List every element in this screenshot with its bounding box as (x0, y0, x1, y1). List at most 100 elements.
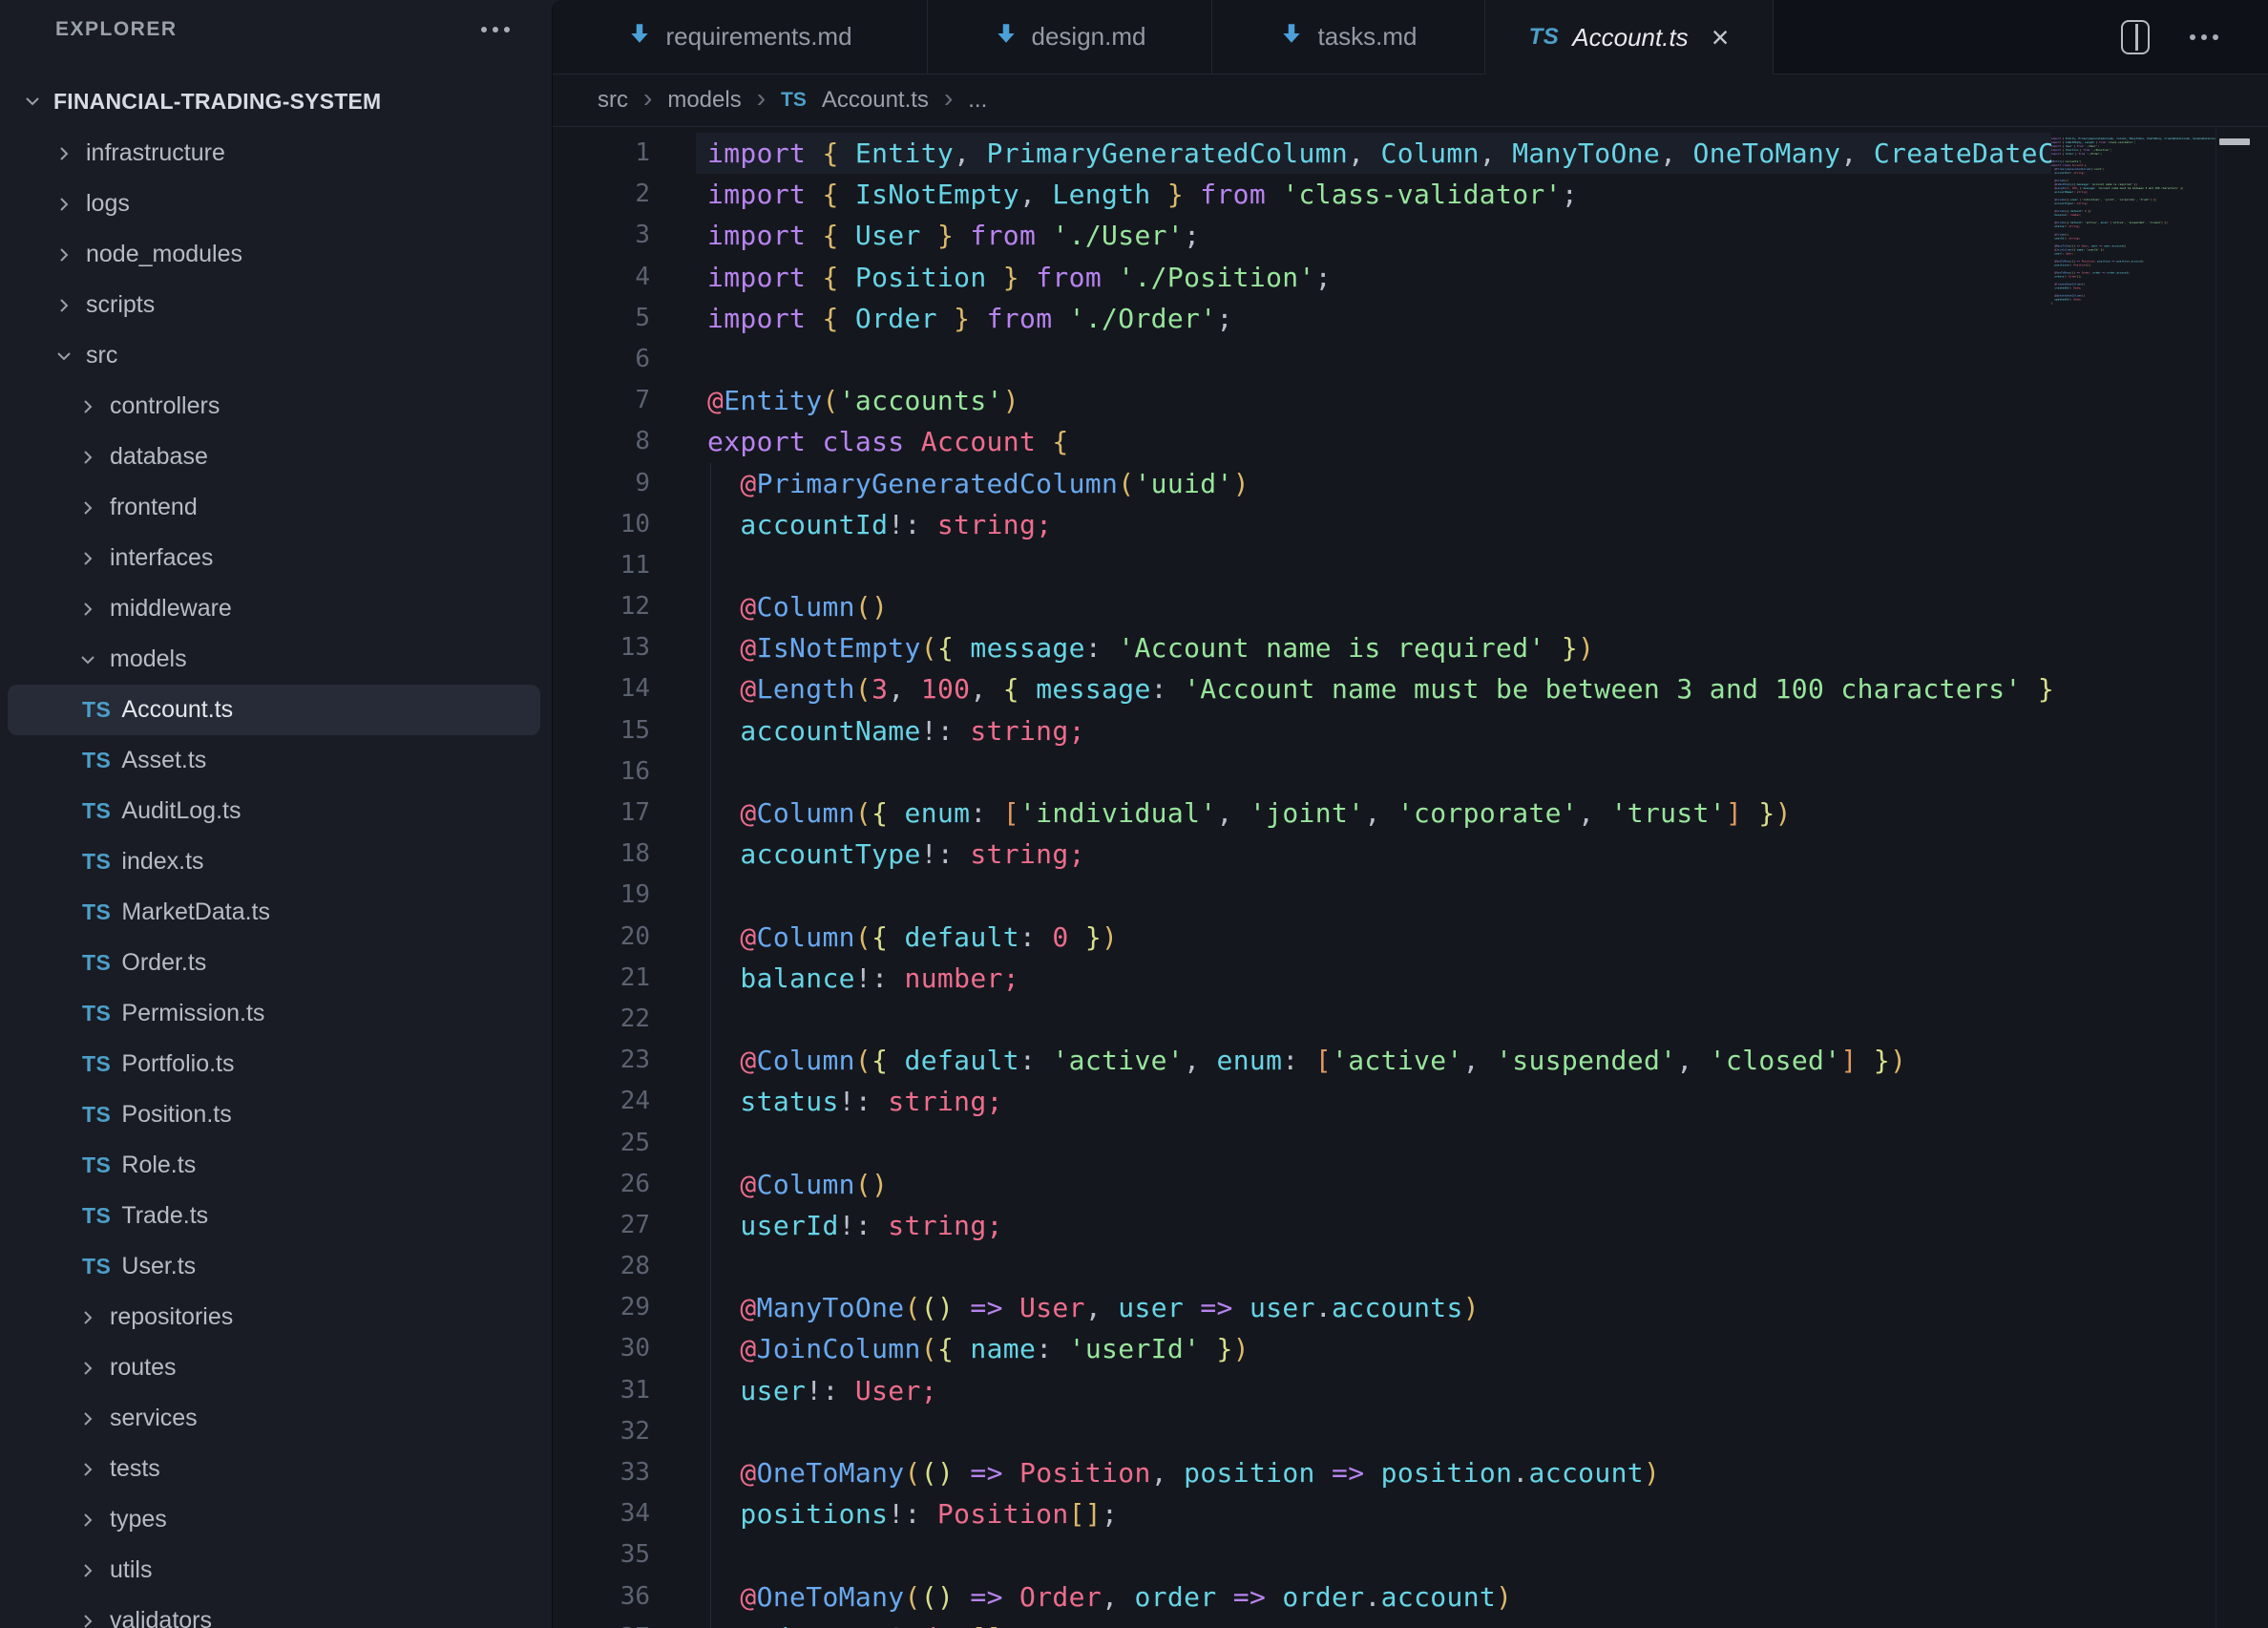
line-number: 6 (553, 339, 650, 380)
sidebar-item-label: utils (110, 1556, 152, 1584)
code-line (707, 1411, 2051, 1452)
code-line: @Entity('accounts') (707, 380, 2051, 421)
breadcrumb-separator-icon: › (944, 85, 953, 116)
sidebar-item-trade-ts[interactable]: TSTrade.ts (8, 1191, 540, 1241)
minimap[interactable]: import { Entity, PrimaryGeneratedColumn,… (2051, 137, 2216, 547)
sidebar-item-marketdata-ts[interactable]: TSMarketData.ts (8, 887, 540, 938)
sidebar-item-account-ts[interactable]: TSAccount.ts (8, 685, 540, 735)
sidebar-item-middleware[interactable]: middleware (8, 583, 540, 634)
breadcrumb-item-models[interactable]: models (667, 87, 741, 114)
code-line: accountId!: string; (707, 504, 2051, 545)
line-number: 10 (553, 504, 650, 545)
sidebar-item-repositories[interactable]: repositories (8, 1292, 540, 1343)
scrollbar-overview-ruler[interactable] (2216, 127, 2268, 1628)
explorer-sidebar: EXPLORER FINANCIAL-TRADING-SYSTEM infras… (0, 0, 552, 1628)
close-icon[interactable]: × (1712, 22, 1730, 53)
line-number: 20 (553, 917, 650, 958)
tab-requirements-md[interactable]: requirements.md (553, 0, 928, 74)
sidebar-item-scripts[interactable]: scripts (8, 280, 540, 330)
sidebar-item-services[interactable]: services (8, 1393, 540, 1444)
sidebar-item-order-ts[interactable]: TS Order.ts (8, 938, 540, 988)
sidebar-item-frontend[interactable]: frontend (8, 482, 540, 533)
sidebar-item-logs[interactable]: logs (8, 179, 540, 229)
breadcrumb-symbol-ellipsis[interactable]: ... (968, 87, 987, 114)
breadcrumb-item-src[interactable]: src (598, 87, 628, 114)
sidebar-item-permission-ts[interactable]: TSPermission.ts (8, 988, 540, 1039)
sidebar-item-index-ts[interactable]: TSindex.ts (8, 836, 540, 887)
sidebar-item-label: logs (86, 190, 130, 218)
sidebar-item-validators[interactable]: validators (8, 1596, 540, 1628)
code-line: positions!: Position[]; (707, 1493, 2051, 1534)
code-line: @ManyToOne(() => User, user => user.acco… (707, 1287, 2051, 1328)
sidebar-item-interfaces[interactable]: interfaces (8, 533, 540, 583)
sidebar-item-user-ts[interactable]: TSUser.ts (8, 1241, 540, 1292)
chevron-right-icon (52, 142, 75, 165)
sidebar-item-label: node_modules (86, 241, 242, 268)
line-number: 8 (553, 421, 650, 462)
sidebar-item-routes[interactable]: routes (8, 1343, 540, 1393)
sidebar-item-src[interactable]: src (8, 330, 540, 381)
line-number: 18 (553, 834, 650, 875)
sidebar-item-label: interfaces (110, 544, 213, 572)
editor-more-actions-icon[interactable] (2190, 34, 2218, 40)
code-content[interactable]: import { Entity, PrimaryGeneratedColumn,… (707, 133, 2051, 1628)
chevron-right-icon (76, 395, 99, 418)
sidebar-item-utils[interactable]: utils (8, 1545, 540, 1596)
line-number: 9 (553, 463, 650, 504)
line-number: 21 (553, 958, 650, 999)
code-line: user!: User; (707, 1370, 2051, 1411)
tab-tasks-md[interactable]: tasks.md (1212, 0, 1485, 74)
line-number: 25 (553, 1123, 650, 1164)
chevron-right-icon (52, 243, 75, 266)
code-line (707, 751, 2051, 793)
code-editor[interactable]: 1234567891011121314151617181920212223242… (553, 127, 2268, 1628)
line-number: 2 (553, 174, 650, 215)
sidebar-item-auditlog-ts[interactable]: TSAuditLog.ts (8, 786, 540, 836)
code-line: @Column() (707, 1164, 2051, 1205)
workspace-root-item[interactable]: FINANCIAL-TRADING-SYSTEM (0, 76, 552, 126)
code-line: userId!: string; (707, 1205, 2051, 1246)
code-line: import { Order } from './Order'; (707, 298, 2051, 339)
line-number: 23 (553, 1040, 650, 1081)
file-tree: infrastructure logs node_modulesscriptssrc… (0, 128, 552, 1628)
sidebar-item-node-modules[interactable]: node_modules (8, 229, 540, 280)
code-line: @OneToMany(() => Position, position => p… (707, 1452, 2051, 1493)
tab-label: Account.ts (1572, 23, 1688, 53)
split-editor-icon[interactable] (2121, 20, 2150, 54)
sidebar-item-types[interactable]: types (8, 1494, 540, 1545)
code-line: @IsNotEmpty({ message: 'Account name is … (707, 627, 2051, 668)
line-number: 37 (553, 1617, 650, 1628)
code-line: @Column({ default: 0 }) (707, 917, 2051, 958)
sidebar-item-position-ts[interactable]: TS Position.ts (8, 1089, 540, 1140)
chevron-right-icon (76, 446, 99, 469)
chevron-right-icon (76, 1306, 99, 1329)
tab-account-ts[interactable]: TSAccount.ts× (1485, 0, 1774, 74)
sidebar-item-models[interactable]: models (8, 634, 540, 685)
sidebar-item-tests[interactable]: tests (8, 1444, 540, 1494)
sidebar-item-label: Position.ts (121, 1101, 231, 1129)
sidebar-item-database[interactable]: database (8, 432, 540, 482)
line-number: 22 (553, 999, 650, 1040)
sidebar-item-portfolio-ts[interactable]: TSPortfolio.ts (8, 1039, 540, 1089)
typescript-file-icon: TS (82, 950, 111, 976)
editor-group: requirements.mddesign.mdtasks.mdTSAccoun… (552, 0, 2268, 1628)
tab-design-md[interactable]: design.md (928, 0, 1212, 74)
typescript-file-icon: TS (82, 697, 111, 723)
sidebar-item-controllers[interactable]: controllers (8, 381, 540, 432)
code-line: accountType!: string; (707, 834, 2051, 875)
sidebar-item-label: Asset.ts (121, 747, 206, 774)
chevron-right-icon (52, 294, 75, 317)
line-number: 29 (553, 1287, 650, 1328)
explorer-more-actions-icon[interactable] (481, 27, 510, 32)
sidebar-item-label: Order.ts (121, 949, 206, 977)
code-line: orders!: Order[]; (707, 1617, 2051, 1628)
sidebar-item-asset-ts[interactable]: TSAsset.ts (8, 735, 540, 786)
code-line (707, 1246, 2051, 1287)
line-number: 24 (553, 1081, 650, 1122)
sidebar-item-role-ts[interactable]: TSRole.ts (8, 1140, 540, 1191)
sidebar-item-infrastructure[interactable]: infrastructure (8, 128, 540, 179)
line-number: 35 (553, 1534, 650, 1575)
line-number: 26 (553, 1164, 650, 1205)
typescript-file-icon: TS (82, 1102, 111, 1128)
breadcrumb-item-file[interactable]: Account.ts (822, 87, 929, 114)
